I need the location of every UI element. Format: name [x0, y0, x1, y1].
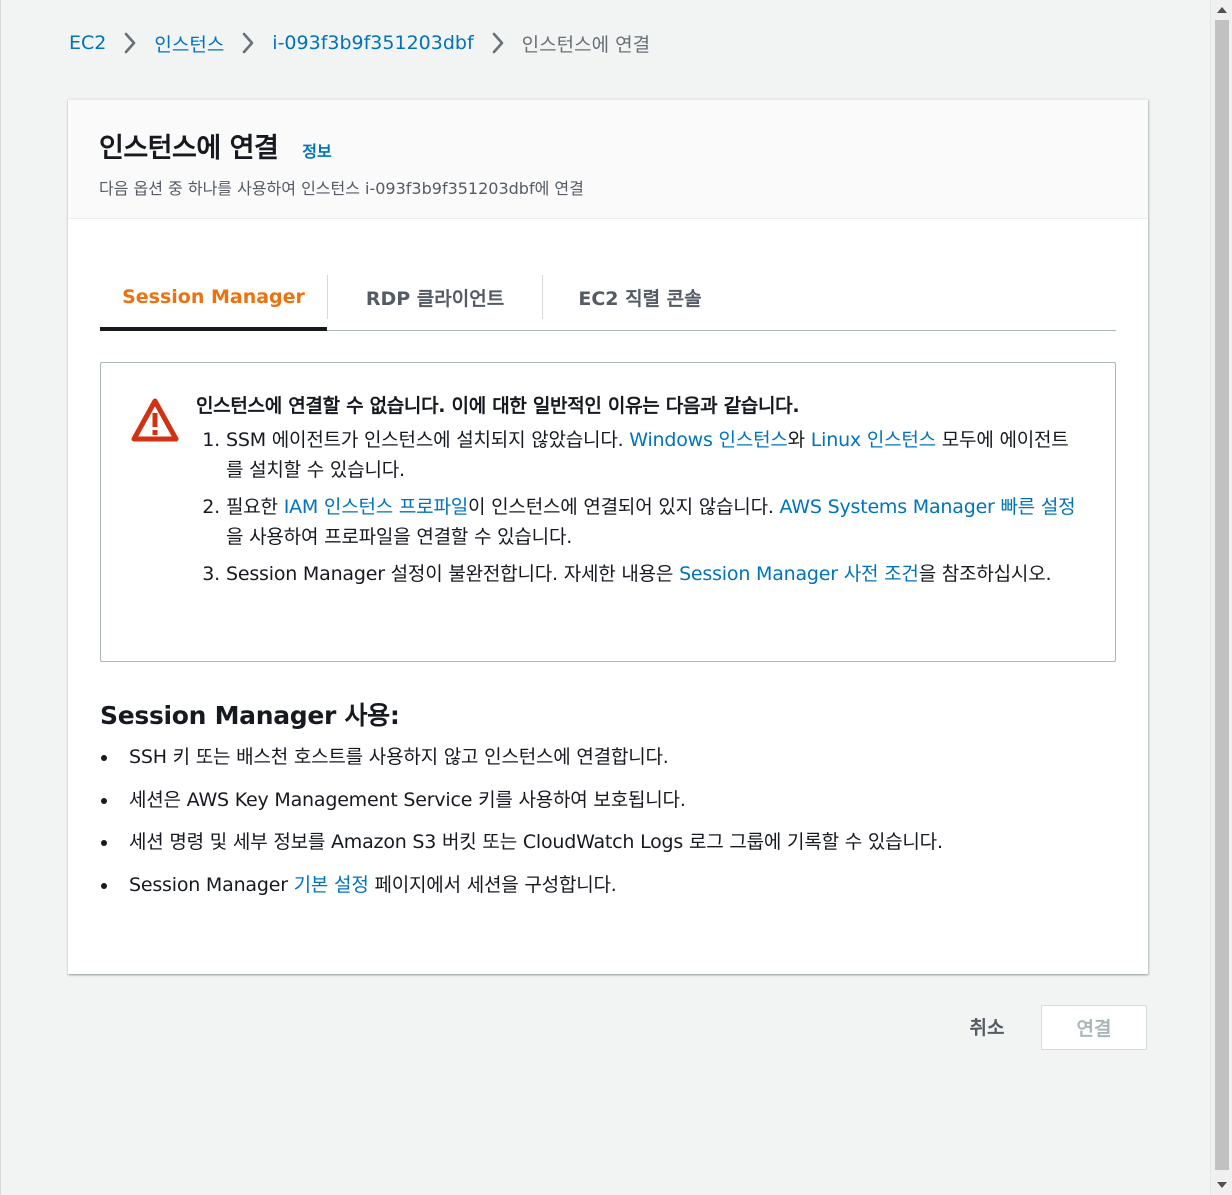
- alert-reasons-list: 1. SSM 에이전트가 인스턴스에 설치되지 않았습니다. Windows 인…: [196, 425, 1081, 589]
- reason-text: 필요한: [226, 496, 284, 518]
- connect-instance-panel: 인스턴스에 연결 정보 다음 옵션 중 하나를 사용하여 인스턴스 i-093f…: [68, 99, 1148, 974]
- vertical-scrollbar[interactable]: [1210, 0, 1232, 1195]
- list-item: 1. SSM 에이전트가 인스턴스에 설치되지 않았습니다. Windows 인…: [196, 425, 1081, 485]
- bullet: [100, 873, 129, 897]
- page-subtitle: 다음 옵션 중 하나를 사용하여 인스턴스 i-093f3b9f351203db…: [99, 179, 584, 198]
- usage-text: Session Manager: [129, 873, 294, 896]
- usage-text: SSH 키 또는 배스천 호스트를 사용하지 않고 인스턴스에 연결합니다.: [129, 746, 669, 768]
- scroll-down-arrow-icon[interactable]: [1211, 1175, 1232, 1195]
- tab-rdp-client[interactable]: RDP 클라이언트: [328, 264, 542, 330]
- list-item: 2. 필요한 IAM 인스턴스 프로파일이 인스턴스에 연결되어 있지 않습니다…: [196, 492, 1081, 552]
- reason-text: 을 사용하여 프로파일을 연결할 수 있습니다.: [226, 526, 573, 548]
- usage-text: 페이지에서 세션을 구성합니다.: [368, 873, 617, 896]
- iam-instance-profile-link[interactable]: IAM 인스턴스 프로파일: [284, 496, 469, 518]
- connection-tabs: Session Manager RDP 클라이언트 EC2 직렬 콘솔: [100, 264, 1116, 331]
- connect-button[interactable]: 연결: [1041, 1005, 1147, 1050]
- bullet: [100, 745, 129, 769]
- scroll-thumb[interactable]: [1215, 20, 1229, 1170]
- breadcrumb-instances[interactable]: 인스턴스: [154, 30, 224, 57]
- reason-text: 와: [787, 429, 811, 451]
- breadcrumb-instance-id[interactable]: i-093f3b9f351203dbf: [272, 32, 473, 54]
- session-manager-prerequisites-link[interactable]: Session Manager 사전 조건: [679, 563, 919, 585]
- list-item: 세션 명령 및 세부 정보를 Amazon S3 버킷 또는 CloudWatc…: [100, 830, 943, 854]
- usage-text: 세션은 AWS Key Management Service 키를 사용하여 보…: [129, 788, 686, 811]
- tab-session-manager[interactable]: Session Manager: [100, 264, 327, 331]
- reason-text: Session Manager 설정이 불완전합니다. 자세한 내용은: [226, 563, 680, 585]
- list-item-number: 3.: [202, 563, 220, 585]
- usage-text: 세션 명령 및 세부 정보를 Amazon S3 버킷 또는 CloudWatc…: [129, 831, 943, 853]
- breadcrumb-ec2[interactable]: EC2: [69, 32, 106, 54]
- alert-title: 인스턴스에 연결할 수 없습니다. 이에 대한 일반적인 이유는 다음과 같습니…: [196, 395, 800, 417]
- preferences-link[interactable]: 기본 설정: [294, 874, 369, 896]
- bullet: [100, 830, 129, 854]
- list-item: Session Manager 기본 설정 페이지에서 세션을 구성합니다.: [100, 873, 943, 897]
- systems-manager-quick-setup-link[interactable]: AWS Systems Manager 빠른 설정: [780, 496, 1076, 518]
- tab-ec2-serial-console[interactable]: EC2 직렬 콘솔: [543, 264, 737, 330]
- bullet: [100, 788, 129, 812]
- usage-list: SSH 키 또는 배스천 호스트를 사용하지 않고 인스턴스에 연결합니다. 세…: [100, 745, 943, 915]
- panel-header: 인스턴스에 연결 정보 다음 옵션 중 하나를 사용하여 인스턴스 i-093f…: [68, 100, 1148, 219]
- chevron-right-icon: [483, 28, 513, 58]
- warning-icon: [131, 397, 179, 443]
- reason-text: 이 인스턴스에 연결되어 있지 않습니다.: [468, 496, 780, 518]
- warning-alert: 인스턴스에 연결할 수 없습니다. 이에 대한 일반적인 이유는 다음과 같습니…: [100, 362, 1116, 662]
- reason-text: SSM 에이전트가 인스턴스에 설치되지 않았습니다.: [226, 429, 630, 451]
- chevron-right-icon: [115, 28, 145, 58]
- cancel-button[interactable]: 취소: [947, 1005, 1027, 1047]
- breadcrumb-current: 인스턴스에 연결: [521, 33, 651, 56]
- list-item: 세션은 AWS Key Management Service 키를 사용하여 보…: [100, 788, 943, 812]
- linux-instances-link[interactable]: Linux 인스턴스: [811, 429, 936, 451]
- usage-heading: Session Manager 사용:: [100, 701, 400, 730]
- reason-text: 을 참조하십시오.: [918, 563, 1052, 585]
- info-link[interactable]: 정보: [302, 138, 331, 162]
- list-item: SSH 키 또는 배스천 호스트를 사용하지 않고 인스턴스에 연결합니다.: [100, 745, 943, 769]
- list-item: 3. Session Manager 설정이 불완전합니다. 자세한 내용은 S…: [196, 559, 1081, 589]
- list-item-number: 1.: [202, 429, 220, 451]
- windows-instances-link[interactable]: Windows 인스턴스: [629, 429, 788, 451]
- list-item-number: 2.: [202, 496, 220, 518]
- chevron-right-icon: [233, 28, 263, 58]
- breadcrumb: EC2 인스턴스 i-093f3b9f351203dbf 인스턴스에 연결: [69, 28, 650, 58]
- scroll-up-arrow-icon[interactable]: [1211, 0, 1232, 20]
- page-title: 인스턴스에 연결: [99, 133, 279, 164]
